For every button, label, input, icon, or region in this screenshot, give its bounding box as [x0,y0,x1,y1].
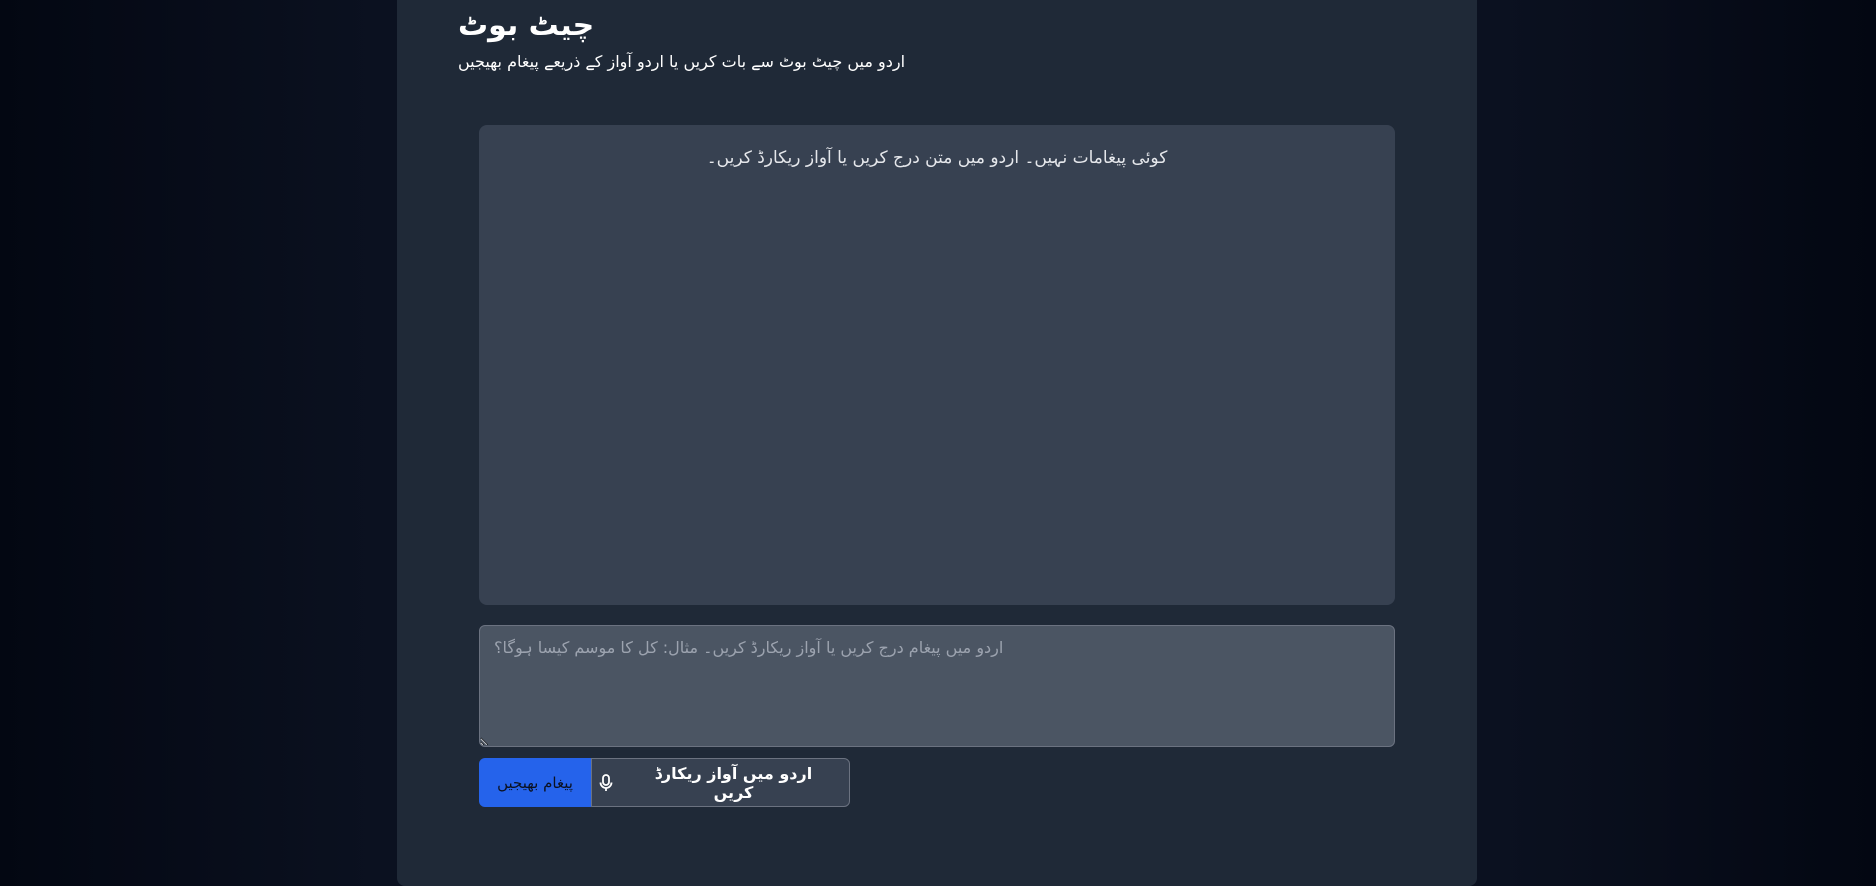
page-title: چیٹ بوٹ [458,8,595,43]
microphone-icon [598,773,614,792]
empty-messages-text: کوئی پیغامات نہیں۔ اردو میں متن درج کریں… [706,148,1168,168]
record-voice-label: اردو میں آواز ریکارڈ کریں [654,763,813,802]
page-subtitle: اردو میں چیٹ بوٹ سے بات کریں یا اردو آوا… [458,52,906,71]
messages-area: کوئی پیغامات نہیں۔ اردو میں متن درج کریں… [479,125,1395,605]
page: چیٹ بوٹ اردو میں چیٹ بوٹ سے بات کریں یا … [0,0,1876,886]
send-message-button[interactable]: پیغام بھیجیں [479,758,591,807]
record-voice-button[interactable]: اردو میں آواز ریکارڈ کریں [591,758,850,807]
message-input[interactable] [479,625,1395,747]
